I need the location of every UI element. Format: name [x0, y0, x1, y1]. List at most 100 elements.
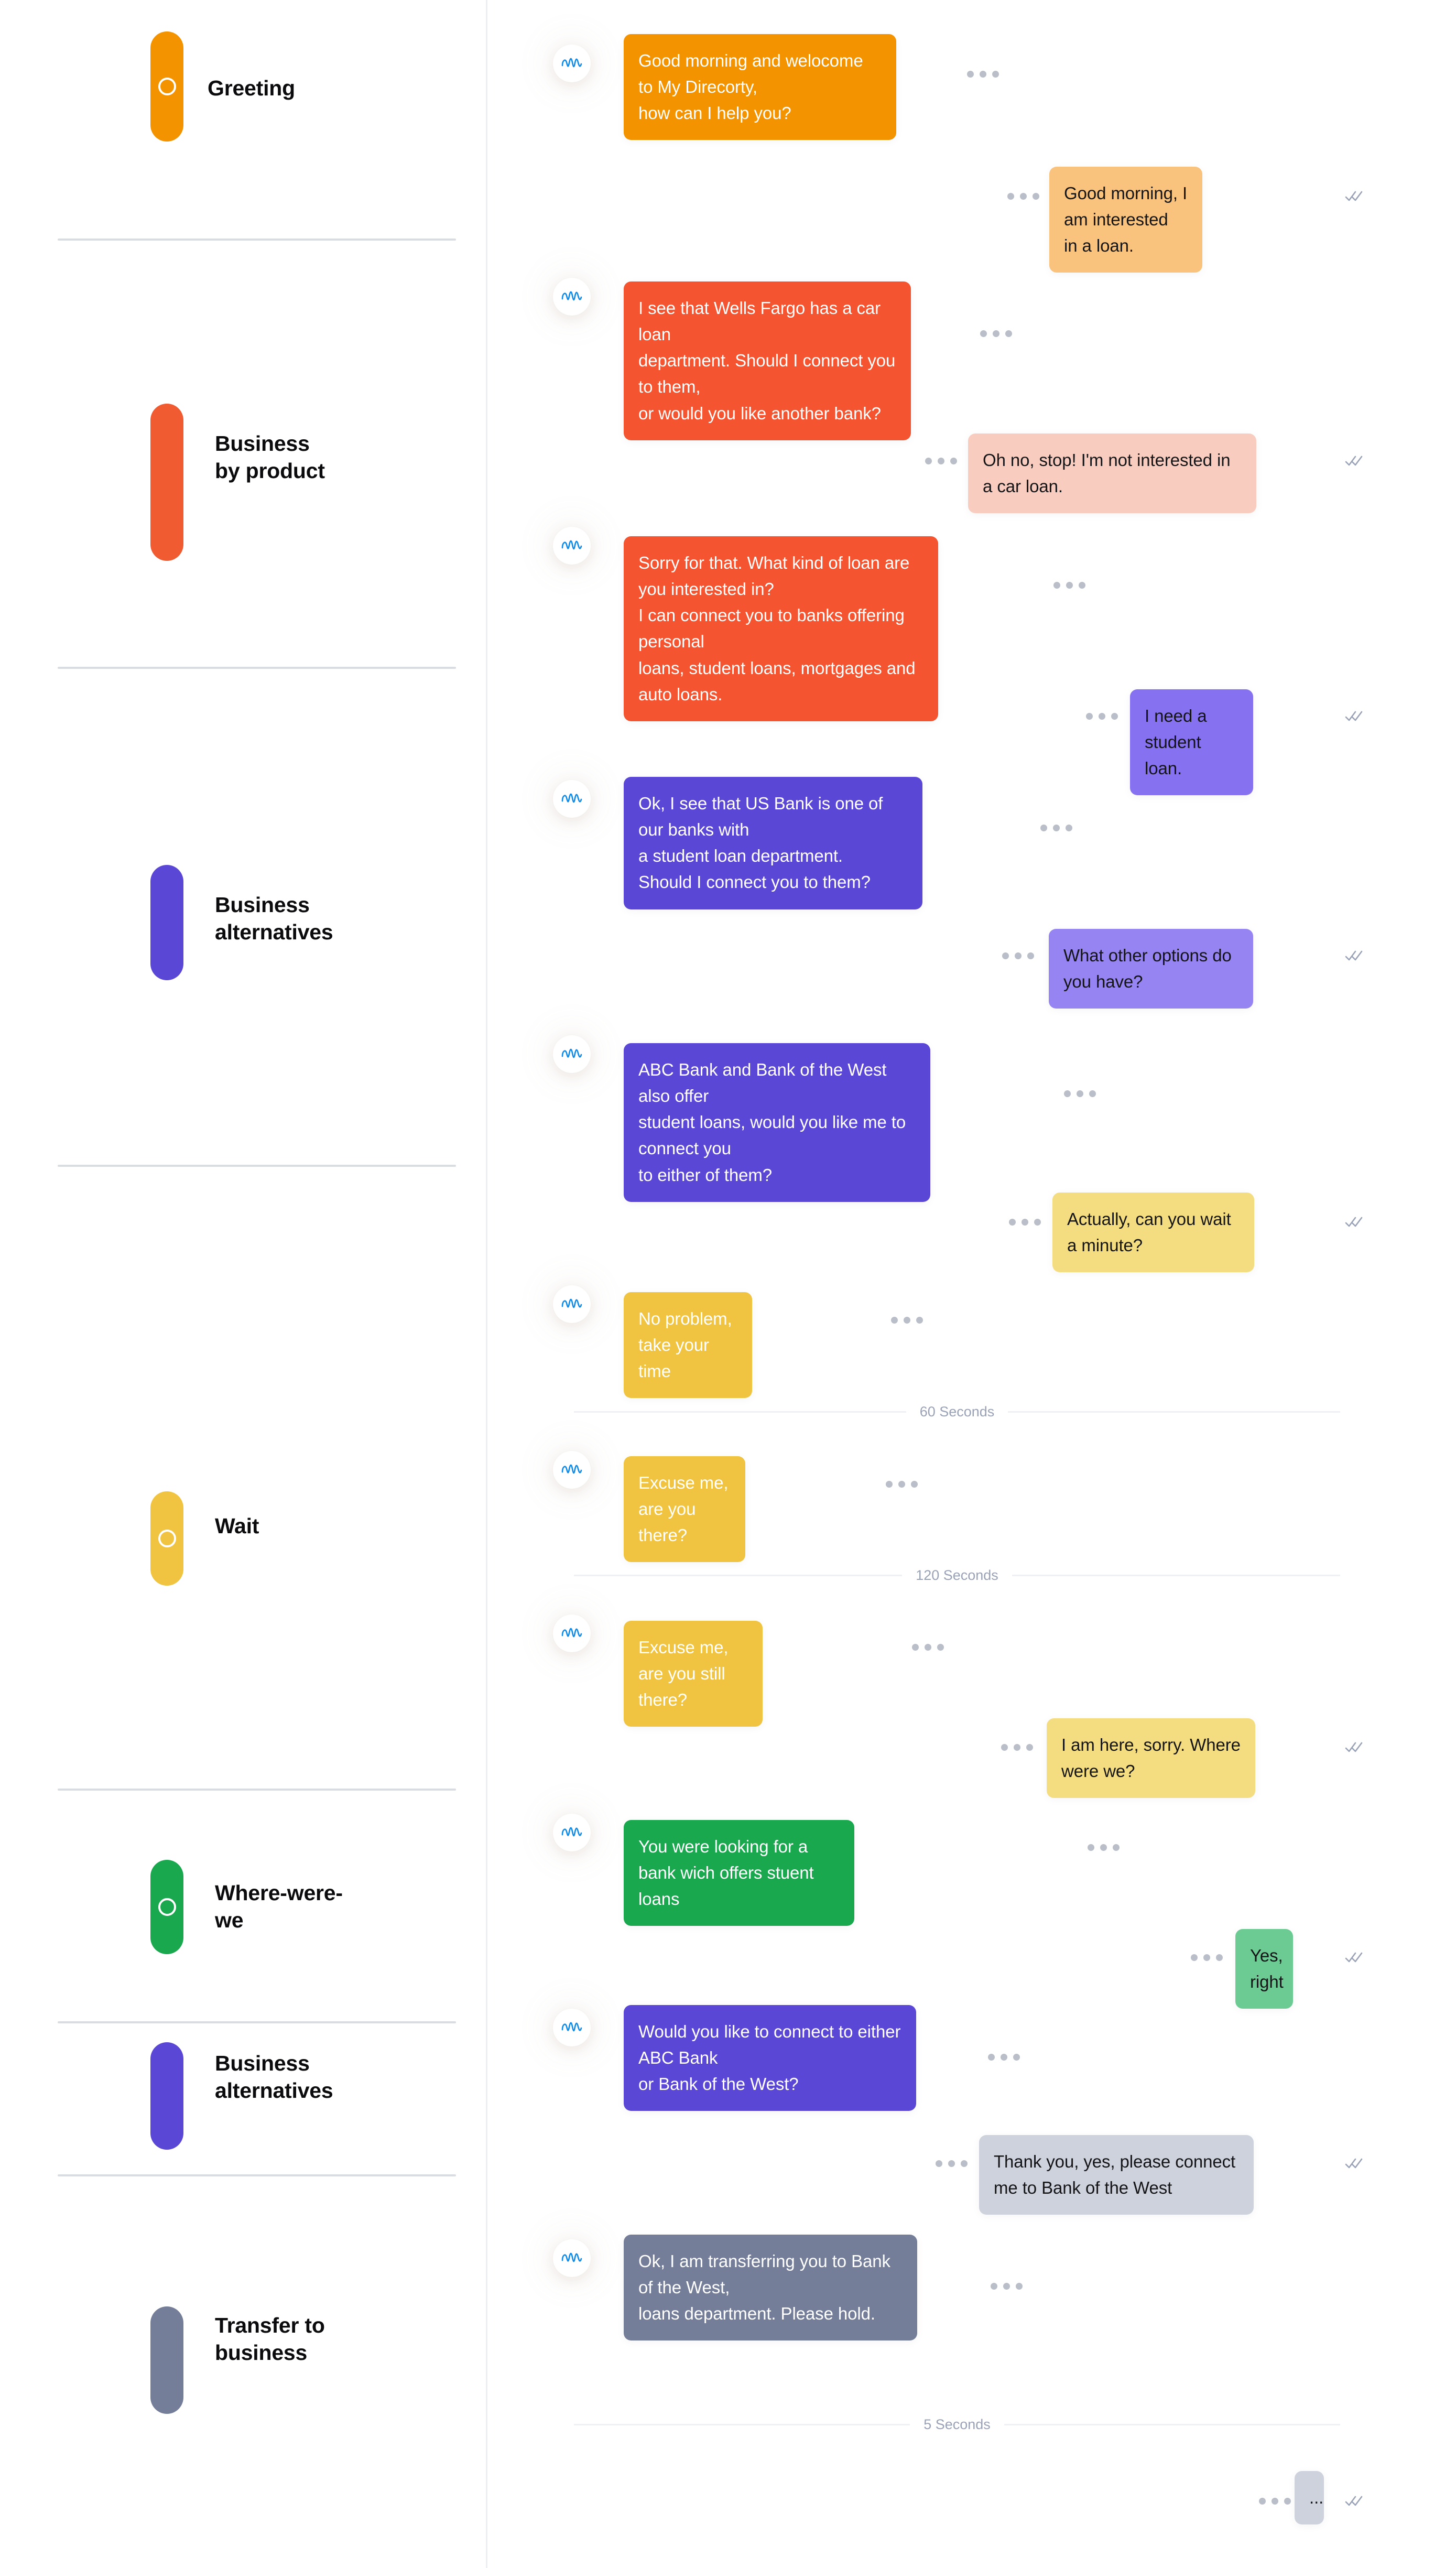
dot — [1002, 952, 1009, 959]
dot — [1259, 2498, 1266, 2505]
dot — [1005, 330, 1012, 337]
dot — [937, 1644, 944, 1651]
stage-marker-business-alternatives[interactable] — [150, 865, 183, 980]
agent-message-bubble[interactable]: Sorry for that. What kind of loan are yo… — [624, 536, 938, 721]
more-dots-icon[interactable] — [1191, 1954, 1223, 1961]
stage-sidebar: Greeting Business by product Business alte… — [0, 0, 487, 2568]
customer-message-bubble[interactable]: Actually, can you wait a minute? — [1052, 1193, 1254, 1273]
dot — [1066, 582, 1073, 589]
dot — [948, 2160, 955, 2167]
more-dots-icon[interactable] — [1088, 1844, 1120, 1851]
stage-divider — [58, 2174, 456, 2176]
more-dots-icon[interactable] — [1007, 193, 1039, 200]
more-dots-icon[interactable] — [1002, 952, 1034, 959]
stage-marker-transfer-to-business[interactable] — [150, 2306, 183, 2414]
dot — [967, 71, 974, 78]
customer-message-bubble[interactable]: What other options do you have? — [1049, 929, 1253, 1009]
double-check-icon — [1344, 949, 1364, 963]
waveform-icon — [561, 538, 583, 554]
customer-message-bubble[interactable]: I am here, sorry. Where were we? — [1047, 1718, 1255, 1798]
more-dots-icon[interactable] — [891, 1317, 923, 1324]
dot — [991, 2283, 997, 2290]
customer-message-bubble[interactable]: Yes, right — [1235, 1929, 1293, 2009]
more-dots-icon[interactable] — [936, 2160, 968, 2167]
dot — [1088, 1844, 1094, 1851]
more-dots-icon[interactable] — [991, 2283, 1023, 2290]
stage-label-transfer-to-business: Transfer to business — [215, 2313, 325, 2365]
waveform-icon — [561, 289, 583, 305]
more-dots-icon[interactable] — [1009, 1219, 1041, 1226]
waveform-icon — [561, 1046, 583, 1062]
more-dots-icon[interactable] — [1053, 582, 1085, 589]
double-check-icon — [1344, 1741, 1364, 1754]
dot — [1026, 1744, 1033, 1751]
customer-message-bubble[interactable]: Oh no, stop! I'm not interested in a car… — [968, 434, 1256, 514]
agent-avatar — [553, 2009, 591, 2046]
double-check-icon — [1344, 710, 1364, 723]
more-dots-icon[interactable] — [988, 2054, 1020, 2061]
customer-message-bubble[interactable]: I need a student loan. — [1130, 689, 1253, 796]
stage-label-where-were-we: Where-were- we — [215, 1881, 343, 1933]
more-dots-icon[interactable] — [1001, 1744, 1033, 1751]
agent-avatar — [553, 780, 591, 818]
stage-marker-greeting[interactable] — [150, 31, 183, 142]
agent-message-bubble[interactable]: Good morning and welocome to My Direcort… — [624, 34, 896, 140]
waveform-icon — [561, 1626, 583, 1641]
stage-divider — [58, 667, 456, 669]
stage-marker-ring — [158, 78, 176, 95]
agent-message-bubble[interactable]: Ok, I am transferring you to Bank of the… — [624, 2235, 917, 2341]
more-dots-icon[interactable] — [925, 458, 957, 464]
dot — [992, 71, 999, 78]
agent-message-bubble[interactable]: I see that Wells Fargo has a car loan de… — [624, 281, 911, 440]
agent-message-bubble[interactable]: You were looking for a bank wich offers … — [624, 1820, 854, 1926]
customer-message-bubble[interactable]: ... — [1295, 2471, 1324, 2525]
stage-label-business-alternatives: Business alternatives — [215, 2051, 333, 2103]
customer-message-bubble[interactable]: Good morning, I am interested in a loan. — [1049, 167, 1202, 273]
more-dots-icon[interactable] — [1064, 1090, 1096, 1097]
waveform-icon — [561, 2020, 583, 2035]
more-dots-icon[interactable] — [967, 71, 999, 78]
dot — [1053, 825, 1060, 831]
dot — [1203, 1954, 1210, 1961]
agent-avatar — [553, 1035, 591, 1073]
agent-message-bubble[interactable]: Ok, I see that US Bank is one of our ban… — [624, 777, 922, 909]
dot — [916, 1317, 923, 1324]
agent-message-bubble[interactable]: Would you like to connect to either ABC … — [624, 2005, 916, 2111]
stage-marker-business-alternatives[interactable] — [150, 2042, 183, 2150]
stage-divider — [58, 1165, 456, 1167]
time-separator-label: 120 Seconds — [916, 1567, 998, 1583]
agent-message-bubble[interactable]: Excuse me, are you still there? — [624, 1621, 763, 1727]
dot — [891, 1317, 898, 1324]
dot — [925, 458, 932, 464]
dot — [1216, 1954, 1223, 1961]
dot — [1064, 1090, 1071, 1097]
agent-avatar — [553, 1451, 591, 1489]
stage-divider — [58, 1789, 456, 1791]
stage-marker-wait[interactable] — [150, 1491, 183, 1586]
more-dots-icon[interactable] — [1259, 2498, 1291, 2505]
dot — [925, 1644, 931, 1651]
dot — [1001, 2054, 1007, 2061]
stage-marker-where-were-we[interactable] — [150, 1860, 183, 1954]
agent-message-bubble[interactable]: No problem, take your time — [624, 1292, 752, 1399]
dot — [1077, 1090, 1083, 1097]
stage-label-wait: Wait — [215, 1514, 259, 1538]
stage-marker-business-by-product[interactable] — [150, 404, 183, 561]
stage-marker-ring — [158, 1898, 176, 1916]
dot — [1014, 1744, 1020, 1751]
more-dots-icon[interactable] — [980, 330, 1012, 337]
dot — [1040, 825, 1047, 831]
agent-avatar — [553, 1814, 591, 1851]
dot — [1003, 2283, 1010, 2290]
double-check-icon — [1344, 1216, 1364, 1229]
more-dots-icon[interactable] — [886, 1481, 918, 1488]
more-dots-icon[interactable] — [912, 1644, 944, 1651]
agent-message-bubble[interactable]: Excuse me, are you there? — [624, 1456, 745, 1563]
more-dots-icon[interactable] — [1086, 713, 1118, 720]
waveform-icon — [561, 791, 583, 807]
dot — [980, 71, 986, 78]
customer-message-bubble[interactable]: Thank you, yes, please connect me to Ban… — [979, 2135, 1254, 2215]
stage-label-greeting: Greeting — [208, 76, 295, 100]
agent-message-bubble[interactable]: ABC Bank and Bank of the West also offer… — [624, 1043, 930, 1202]
more-dots-icon[interactable] — [1040, 825, 1072, 831]
